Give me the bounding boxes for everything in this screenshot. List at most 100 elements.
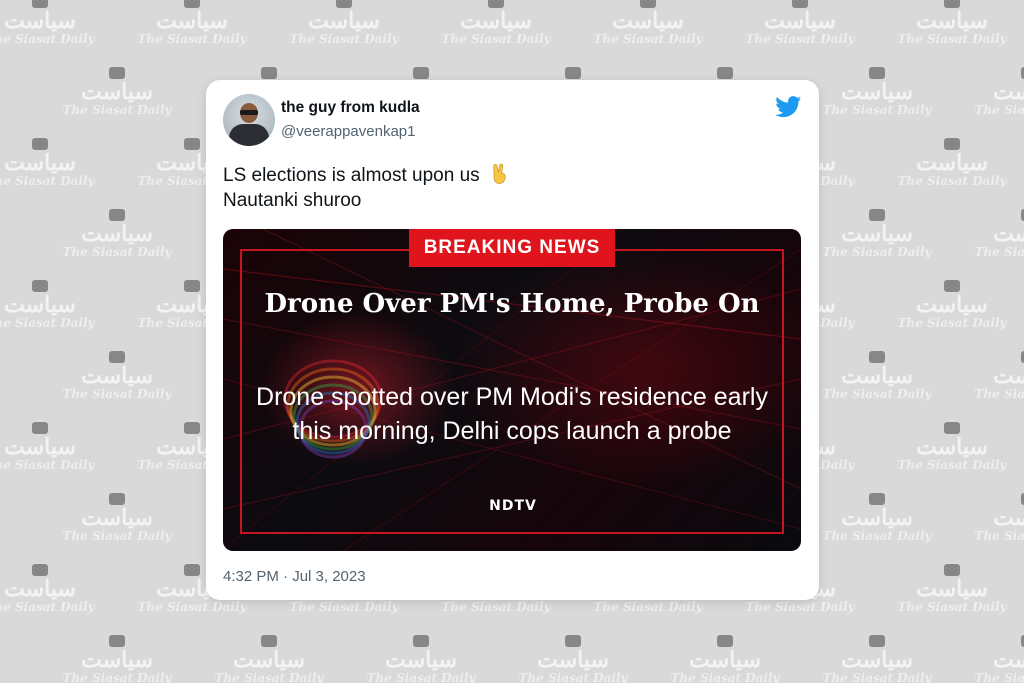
watermark-urdu-text: سیاست	[916, 576, 988, 602]
siasat-logo-icon	[944, 0, 960, 8]
watermark-english-text: The Siasat Daily	[897, 32, 1007, 46]
siasat-logo-icon	[109, 67, 125, 79]
watermark-english-text: The Siasat Daily	[289, 32, 399, 46]
watermark-urdu-text: سیاست	[156, 8, 228, 34]
watermark-urdu-text: سیاست	[841, 647, 913, 673]
watermark-english-text: The Siasat Daily	[593, 32, 703, 46]
siasat-logo-icon	[944, 564, 960, 576]
siasat-watermark: سیاستThe Siasat Daily	[964, 635, 1024, 683]
siasat-watermark: سیاستThe Siasat Daily	[0, 138, 105, 187]
watermark-english-text: The Siasat Daily	[0, 32, 95, 46]
watermark-urdu-text: سیاست	[81, 79, 153, 105]
siasat-logo-icon	[109, 209, 125, 221]
watermark-english-text: The Siasat Daily	[137, 600, 247, 614]
watermark-urdu-text: سیاست	[993, 79, 1024, 105]
tweet-timestamp[interactable]: 4:32 PM · Jul 3, 2023	[223, 568, 366, 585]
siasat-watermark: سیاستThe Siasat Daily	[812, 209, 942, 258]
author-handle[interactable]: @veerappavenkap1	[281, 123, 416, 140]
watermark-english-text: The Siasat Daily	[0, 600, 95, 614]
watermark-english-text: The Siasat Daily	[897, 458, 1007, 472]
siasat-logo-icon	[869, 209, 885, 221]
siasat-logo-icon	[869, 67, 885, 79]
watermark-english-text: The Siasat Daily	[518, 671, 628, 683]
siasat-logo-icon	[944, 280, 960, 292]
siasat-logo-icon	[792, 0, 808, 8]
watermark-urdu-text: سیاست	[81, 647, 153, 673]
watermark-english-text: The Siasat Daily	[745, 32, 855, 46]
tweet-card[interactable]: the guy from kudla @veerappavenkap1 LS e…	[206, 80, 819, 600]
watermark-urdu-text: سیاست	[81, 505, 153, 531]
watermark-urdu-text: سیاست	[81, 221, 153, 247]
siasat-watermark: سیاستThe Siasat Daily	[964, 351, 1024, 400]
watermark-urdu-text: سیاست	[841, 363, 913, 389]
siasat-logo-icon	[413, 635, 429, 647]
siasat-logo-icon	[717, 635, 733, 647]
author-display-name[interactable]: the guy from kudla	[281, 99, 420, 117]
siasat-logo-icon	[640, 0, 656, 8]
watermark-english-text: The Siasat Daily	[441, 32, 551, 46]
avatar[interactable]	[223, 94, 275, 146]
news-subheadline: Drone spotted over PM Modi's residence e…	[256, 383, 768, 445]
siasat-logo-icon	[184, 0, 200, 8]
watermark-english-text: The Siasat Daily	[137, 32, 247, 46]
watermark-urdu-text: سیاست	[841, 221, 913, 247]
siasat-watermark: سیاستThe Siasat Daily	[0, 280, 105, 329]
siasat-logo-icon	[184, 280, 200, 292]
watermark-english-text: The Siasat Daily	[974, 671, 1024, 683]
watermark-urdu-text: سیاست	[233, 647, 305, 673]
siasat-watermark: سیاستThe Siasat Daily	[887, 280, 1017, 329]
watermark-urdu-text: سیاست	[308, 8, 380, 34]
watermark-urdu-text: سیاست	[916, 292, 988, 318]
siasat-logo-icon	[944, 422, 960, 434]
breaking-news-badge: BREAKING NEWS	[409, 229, 615, 267]
siasat-watermark: سیاستThe Siasat Daily	[431, 0, 561, 45]
siasat-watermark: سیاستThe Siasat Daily	[356, 635, 486, 683]
watermark-urdu-text: سیاست	[81, 363, 153, 389]
siasat-watermark: سیاستThe Siasat Daily	[52, 209, 182, 258]
watermark-urdu-text: سیاست	[993, 647, 1024, 673]
watermark-urdu-text: سیاست	[841, 79, 913, 105]
watermark-urdu-text: سیاست	[993, 505, 1024, 531]
siasat-watermark: سیاستThe Siasat Daily	[52, 351, 182, 400]
watermark-urdu-text: سیاست	[4, 150, 76, 176]
siasat-watermark: سیاستThe Siasat Daily	[0, 0, 105, 45]
watermark-english-text: The Siasat Daily	[62, 671, 172, 683]
victory-hand-emoji-icon	[493, 163, 506, 184]
watermark-english-text: The Siasat Daily	[822, 245, 932, 259]
watermark-urdu-text: سیاست	[916, 8, 988, 34]
siasat-watermark: سیاستThe Siasat Daily	[508, 635, 638, 683]
watermark-english-text: The Siasat Daily	[897, 600, 1007, 614]
watermark-urdu-text: سیاست	[993, 221, 1024, 247]
siasat-logo-icon	[109, 493, 125, 505]
watermark-english-text: The Siasat Daily	[0, 316, 95, 330]
tweet-media-image[interactable]: BREAKING NEWS Drone Over PM's Home, Prob…	[223, 229, 801, 551]
watermark-english-text: The Siasat Daily	[745, 600, 855, 614]
siasat-watermark: سیاستThe Siasat Daily	[735, 0, 865, 45]
siasat-logo-icon	[109, 635, 125, 647]
watermark-english-text: The Siasat Daily	[897, 316, 1007, 330]
watermark-english-text: The Siasat Daily	[822, 387, 932, 401]
watermark-english-text: The Siasat Daily	[214, 671, 324, 683]
watermark-english-text: The Siasat Daily	[593, 600, 703, 614]
watermark-english-text: The Siasat Daily	[289, 600, 399, 614]
siasat-watermark: سیاستThe Siasat Daily	[887, 422, 1017, 471]
tweet-text: LS elections is almost upon us Nautanki …	[223, 162, 511, 213]
watermark-urdu-text: سیاست	[612, 8, 684, 34]
siasat-logo-icon	[32, 422, 48, 434]
watermark-english-text: The Siasat Daily	[974, 387, 1024, 401]
watermark-urdu-text: سیاست	[4, 434, 76, 460]
siasat-logo-icon	[869, 635, 885, 647]
watermark-urdu-text: سیاست	[4, 292, 76, 318]
news-headline: Drone Over PM's Home, Probe On	[264, 289, 760, 319]
siasat-logo-icon	[565, 635, 581, 647]
siasat-watermark: سیاستThe Siasat Daily	[812, 635, 942, 683]
siasat-watermark: سیاستThe Siasat Daily	[812, 351, 942, 400]
watermark-english-text: The Siasat Daily	[974, 529, 1024, 543]
siasat-watermark: سیاستThe Siasat Daily	[964, 493, 1024, 542]
twitter-bird-icon[interactable]	[775, 96, 802, 118]
siasat-logo-icon	[717, 67, 733, 79]
siasat-logo-icon	[565, 67, 581, 79]
watermark-english-text: The Siasat Daily	[670, 671, 780, 683]
watermark-urdu-text: سیاست	[4, 8, 76, 34]
siasat-watermark: سیاستThe Siasat Daily	[812, 67, 942, 116]
